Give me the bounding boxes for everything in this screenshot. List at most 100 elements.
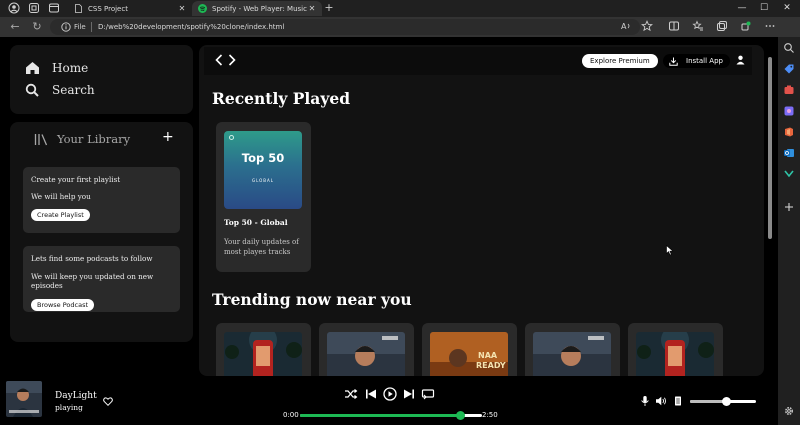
create-playlist-button[interactable]: Create Playlist bbox=[31, 209, 90, 221]
browser-tab-bar: CSS Project ✕ Spotify - Web Player: Musi… bbox=[0, 0, 800, 17]
browser-sidebar bbox=[778, 37, 800, 425]
volume-slider[interactable] bbox=[690, 397, 756, 406]
sidebar-item-label: Search bbox=[52, 83, 95, 97]
next-icon[interactable] bbox=[402, 387, 416, 401]
maximize-icon[interactable]: ☐ bbox=[753, 0, 775, 16]
library-title: Your Library bbox=[57, 132, 131, 146]
sidebar-item-search[interactable]: Search bbox=[25, 83, 95, 97]
create-playlist-card: Create your first playlist We will help … bbox=[23, 167, 180, 233]
tab-close-icon[interactable]: ✕ bbox=[307, 4, 317, 13]
chevron-left-icon[interactable] bbox=[213, 53, 225, 67]
progress-knob[interactable] bbox=[455, 411, 465, 420]
svg-text:READY: READY bbox=[476, 361, 506, 370]
favorites-icon[interactable] bbox=[692, 20, 704, 32]
scrollbar-thumb[interactable] bbox=[768, 57, 772, 239]
close-window-icon[interactable]: ✕ bbox=[776, 0, 798, 16]
sidebar-nav: Home Search bbox=[10, 45, 193, 114]
play-icon[interactable] bbox=[383, 387, 397, 401]
trending-card[interactable] bbox=[628, 323, 723, 376]
queue-icon[interactable] bbox=[672, 395, 684, 407]
scheme-label: File bbox=[74, 23, 86, 31]
tab-actions-icon[interactable] bbox=[48, 2, 60, 14]
minimize-icon[interactable]: — bbox=[731, 0, 753, 16]
new-tab-button[interactable]: + bbox=[323, 1, 335, 15]
explore-premium-button[interactable]: Explore Premium bbox=[582, 54, 658, 68]
main-header: Explore Premium Install App bbox=[204, 47, 752, 75]
library-heading[interactable]: Your Library bbox=[34, 132, 130, 146]
games-icon[interactable] bbox=[783, 105, 795, 117]
tab-title: Spotify - Web Player: Music for e bbox=[212, 4, 307, 13]
sidebar-item-home[interactable]: Home bbox=[25, 61, 88, 75]
trending-heading: Trending now near you bbox=[212, 290, 412, 309]
mouse-cursor-icon bbox=[666, 245, 674, 256]
more-options-icon[interactable] bbox=[764, 20, 776, 32]
spotify-icon bbox=[229, 135, 234, 140]
shopping-tag-icon[interactable] bbox=[783, 63, 795, 75]
profile-icon[interactable] bbox=[8, 2, 20, 14]
workspaces-icon[interactable] bbox=[28, 2, 40, 14]
svg-text:NAA: NAA bbox=[478, 351, 498, 360]
favorite-star-icon[interactable] bbox=[641, 20, 653, 32]
url-text[interactable]: D:/web%20development/spotify%20clone/ind… bbox=[98, 21, 284, 33]
address-bar[interactable]: File D:/web%20development/spotify%20clon… bbox=[50, 19, 640, 35]
user-icon[interactable] bbox=[736, 55, 745, 65]
trending-card[interactable] bbox=[319, 323, 414, 376]
trending-card[interactable] bbox=[216, 323, 311, 376]
download-icon bbox=[669, 57, 678, 66]
extensions-icon[interactable] bbox=[740, 20, 752, 32]
volume-knob[interactable] bbox=[721, 397, 731, 406]
tab-css-project[interactable]: CSS Project ✕ bbox=[68, 1, 192, 16]
tab-close-icon[interactable]: ✕ bbox=[177, 4, 187, 13]
progress-bar[interactable] bbox=[300, 411, 482, 420]
install-app-label: Install App bbox=[686, 57, 723, 65]
settings-gear-icon[interactable] bbox=[783, 405, 795, 417]
card-heading: Create your first playlist bbox=[31, 175, 121, 184]
volume-icon[interactable] bbox=[655, 395, 667, 407]
tab-spotify[interactable]: Spotify - Web Player: Music for e ✕ bbox=[192, 1, 322, 16]
browse-podcast-button[interactable]: Browse Podcast bbox=[31, 299, 95, 311]
page-icon bbox=[75, 4, 82, 13]
time-total: 2:50 bbox=[482, 411, 498, 419]
info-icon[interactable] bbox=[61, 22, 71, 32]
library-icon bbox=[34, 133, 48, 145]
search-icon bbox=[25, 83, 39, 97]
home-icon bbox=[26, 62, 39, 74]
sidebar-item-label: Home bbox=[52, 61, 89, 75]
collections-icon[interactable] bbox=[716, 20, 728, 32]
tab-title: CSS Project bbox=[88, 4, 128, 13]
repeat-icon[interactable] bbox=[421, 387, 435, 401]
read-aloud-icon[interactable]: A bbox=[620, 20, 632, 32]
now-playing-cover bbox=[6, 381, 42, 417]
microphone-icon[interactable] bbox=[639, 395, 651, 407]
spotify-app: Home Search Your Library + Create your f… bbox=[0, 37, 778, 425]
chevron-right-icon[interactable] bbox=[226, 53, 238, 67]
trending-card[interactable] bbox=[525, 323, 620, 376]
card-text: We will help you bbox=[31, 192, 91, 201]
cover-title: Top 50 bbox=[241, 151, 285, 165]
trending-card[interactable]: NAA READY bbox=[422, 323, 517, 376]
main-content[interactable]: Explore Premium Install App Recently Pla… bbox=[199, 45, 764, 376]
shuffle-icon[interactable] bbox=[344, 387, 358, 401]
card-description: Your daily updates of most playes tracks bbox=[224, 238, 299, 256]
install-app-button[interactable]: Install App bbox=[663, 54, 730, 68]
tools-icon[interactable] bbox=[783, 84, 795, 96]
split-screen-icon[interactable] bbox=[668, 20, 680, 32]
card-heading: Lets find some podcasts to follow bbox=[31, 254, 153, 263]
spotify-icon bbox=[198, 4, 207, 13]
time-elapsed: 0:00 bbox=[283, 411, 299, 419]
card-title: Top 50 - Global bbox=[224, 218, 288, 227]
song-title: DayLight bbox=[55, 391, 97, 401]
song-cover bbox=[533, 332, 611, 376]
outlook-icon[interactable] bbox=[783, 147, 795, 159]
drop-icon[interactable] bbox=[783, 167, 795, 179]
back-icon[interactable]: ← bbox=[8, 20, 22, 34]
add-to-library-button[interactable]: + bbox=[162, 130, 174, 144]
main-scrollbar[interactable] bbox=[766, 45, 774, 376]
refresh-icon[interactable]: ↻ bbox=[30, 20, 44, 34]
microsoft-365-icon[interactable] bbox=[783, 126, 795, 138]
previous-icon[interactable] bbox=[364, 387, 378, 401]
search-icon[interactable] bbox=[783, 42, 795, 54]
heart-icon[interactable] bbox=[103, 397, 113, 406]
playlist-card-top-50[interactable]: Top 50 GLOBAL Top 50 - Global Your daily… bbox=[216, 122, 311, 272]
add-sidebar-app-icon[interactable] bbox=[783, 201, 795, 213]
